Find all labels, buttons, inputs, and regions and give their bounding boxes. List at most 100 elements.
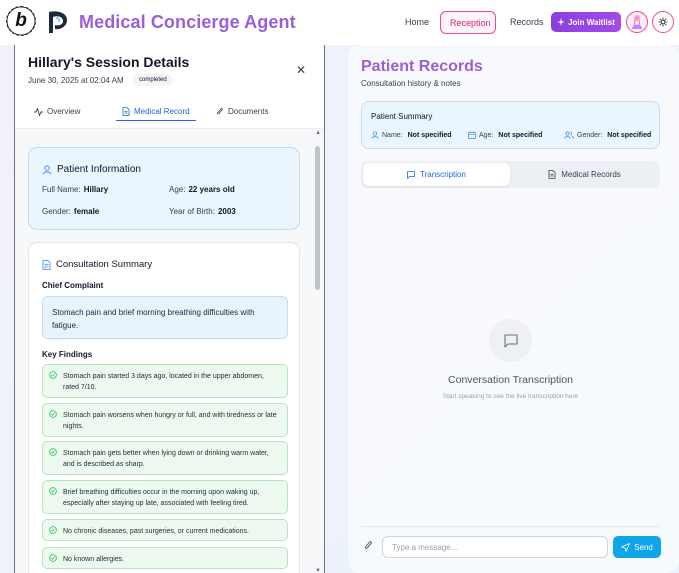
chief-complaint-label: Chief Complaint [42,281,104,290]
finding-item: Stomach pain gets better when lying down… [42,441,288,475]
empty-state-subtitle: Start speaking to see the live transcrip… [442,393,579,400]
tab-documents[interactable]: Documents [216,102,268,121]
finding-text: No known allergies. [63,556,125,563]
close-icon[interactable]: ✕ [296,63,306,77]
session-date: June 30, 2025 at 02:04 AM [28,76,124,85]
tab-medical-record[interactable]: Medical Record [116,102,196,121]
app-title: Medical Concierge Agent [79,12,296,32]
join-waitlist-label: Join Waitlist [568,17,615,27]
patient-summary-card: Patient Summary Name: Not specified Age: N… [361,101,660,149]
paperclip-icon [217,108,223,115]
tab-overview-label: Overview [47,107,81,116]
check-circle-icon [49,410,57,418]
check-circle-icon [49,554,57,562]
summary-age-field: Age: Not specified [468,131,542,139]
year-of-birth-value: 2003 [217,207,236,216]
sun-icon [658,17,668,27]
patient-information-card: Patient Information Full Name: Hillary Ag… [28,147,300,230]
consultation-summary-card: Consultation Summary Chief Complaint Sto… [28,242,300,573]
check-circle-icon [49,526,57,534]
tab-overview[interactable]: Overview [34,102,80,121]
top-header: b Medical Concierge Agent Home Reception… [0,0,679,45]
patient-summary-heading: Patient Summary [371,112,433,121]
scroll-up-arrow-icon[interactable]: ▲ [314,130,322,136]
composer-divider [361,526,660,527]
scroll-down-arrow-icon[interactable]: ▼ [314,568,322,573]
medical-record-content[interactable]: Patient Information Full Name: Hillary Ag… [15,128,324,573]
age-field: Age: 22 years old [169,185,235,194]
patient-records-subtitle: Consultation history & notes [361,79,461,88]
check-circle-icon [49,487,57,495]
tab-documents-label: Documents [228,107,269,116]
patient-information-heading: Patient Information [42,164,141,175]
nav-records[interactable]: Records [501,11,553,34]
patient-records-panel: Patient Records Consultation history & n… [348,45,679,573]
summary-name-value: Not specified [407,131,452,139]
scrollbar-thumb[interactable] [315,146,320,290]
calendar-icon [468,131,476,139]
activity-icon [34,107,43,116]
gender-field: Gender: female [42,207,99,216]
finding-item: No chronic diseases, past surgeries, or … [42,519,288,541]
tab-transcription-label: Transcription [420,170,466,179]
gender-label: Gender: [42,207,71,216]
patient-information-title: Patient Information [57,164,141,175]
full-name-label: Full Name: [42,185,81,194]
message-input[interactable] [382,536,608,558]
send-label: Send [634,542,653,552]
avatar-figure-icon [632,15,642,29]
sparkle-icon [557,18,566,26]
summary-age-label: Age: [479,131,494,139]
check-circle-icon [49,371,57,379]
file-text-icon [548,170,556,179]
empty-chat-icon [489,319,532,362]
consultation-summary-title: Consultation Summary [56,259,153,270]
tab-medical-record-label: Medical Record [134,106,190,116]
message-square-icon [407,170,415,179]
full-name-value: Hillary [83,185,109,194]
age-value: 22 years old [188,185,235,194]
user-avatar[interactable] [626,11,648,33]
full-name-field: Full Name: Hillary [42,185,108,194]
theme-toggle-button[interactable] [652,11,674,33]
send-button[interactable]: Send [613,536,661,558]
check-circle-icon [49,448,57,456]
finding-item: No known allergies. [42,547,288,569]
key-findings-label: Key Findings [42,350,93,359]
app-logo-icon [49,11,67,33]
vertical-scrollbar[interactable]: ▲ ▼ [314,129,322,573]
finding-text: Brief breathing difficulties occur in th… [63,489,260,507]
empty-state-title: Conversation Transcription [448,374,573,386]
tab-transcription[interactable]: Transcription [363,163,510,186]
finding-text: Stomach pain started 3 days ago, located… [63,373,264,391]
nav-reception[interactable]: Reception [440,11,496,34]
bolt-badge-logo[interactable]: b [6,6,36,36]
records-view-switch: Transcription Medical Records [361,161,660,188]
finding-item: Stomach pain worsens when hungry or full… [42,403,288,437]
send-icon [621,542,631,552]
session-details-panel: Hillary's Session Details June 30, 2025 … [14,45,325,573]
paperclip-icon[interactable] [364,540,373,551]
user-icon [42,164,52,175]
summary-name-field: Name: Not specified [371,131,452,139]
finding-item: Stomach pain started 3 days ago, located… [42,364,288,398]
join-waitlist-button[interactable]: Join Waitlist [551,12,621,32]
document-icon [42,259,51,270]
summary-age-value: Not specified [498,131,543,139]
year-of-birth-field: Year of Birth: 2003 [169,207,236,216]
user-icon [371,131,379,139]
consultation-summary-heading: Consultation Summary [42,259,152,270]
tab-medical-records[interactable]: Medical Records [511,163,658,186]
finding-text: Stomach pain worsens when hungry or full… [63,412,277,430]
session-tabs: Overview Medical Record Documents [28,102,318,122]
summary-name-label: Name: [382,131,403,139]
file-text-icon [122,106,130,116]
message-square-icon [503,333,518,348]
session-title: Hillary's Session Details [28,54,190,70]
tab-medical-records-label: Medical Records [561,170,621,179]
summary-gender-value: Not specified [607,131,652,139]
year-of-birth-label: Year of Birth: [169,207,215,216]
summary-gender-label: Gender: [577,131,603,139]
nav-home[interactable]: Home [396,11,438,34]
patient-records-title: Patient Records [361,58,483,75]
